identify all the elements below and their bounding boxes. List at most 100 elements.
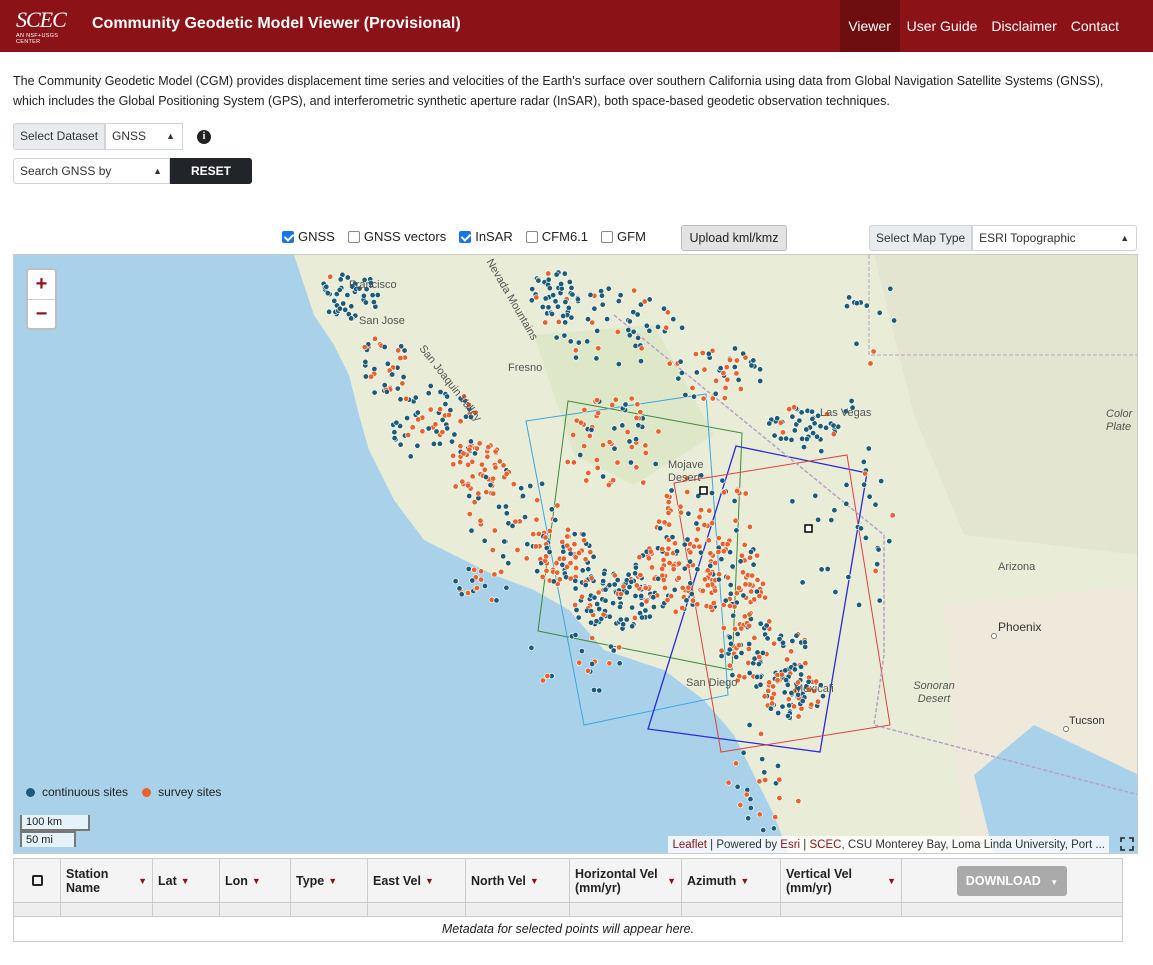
station-marker[interactable]	[830, 431, 837, 438]
station-marker[interactable]	[776, 795, 783, 802]
station-marker[interactable]	[643, 322, 650, 329]
station-marker[interactable]	[823, 424, 830, 431]
station-marker[interactable]	[419, 428, 426, 435]
station-marker[interactable]	[733, 527, 740, 534]
station-marker[interactable]	[415, 416, 422, 423]
station-marker[interactable]	[646, 327, 653, 334]
station-marker[interactable]	[481, 537, 488, 544]
station-marker[interactable]	[627, 459, 634, 466]
station-marker[interactable]	[623, 616, 630, 623]
station-marker[interactable]	[759, 649, 766, 656]
station-marker[interactable]	[725, 779, 732, 786]
station-marker[interactable]	[818, 566, 825, 573]
station-marker[interactable]	[731, 345, 738, 352]
nav-contact[interactable]: Contact	[1064, 0, 1126, 52]
station-marker[interactable]	[492, 448, 499, 455]
station-marker[interactable]	[643, 598, 650, 605]
station-marker[interactable]	[701, 576, 708, 583]
station-marker[interactable]	[638, 345, 645, 352]
station-marker[interactable]	[771, 640, 778, 647]
station-marker[interactable]	[808, 408, 815, 415]
station-marker[interactable]	[735, 584, 742, 591]
station-marker[interactable]	[482, 474, 489, 481]
station-marker[interactable]	[605, 482, 612, 489]
station-marker[interactable]	[397, 441, 404, 448]
station-marker[interactable]	[451, 431, 458, 438]
station-marker[interactable]	[795, 713, 802, 720]
station-marker[interactable]	[719, 477, 726, 484]
station-marker[interactable]	[552, 517, 559, 524]
station-marker[interactable]	[637, 358, 644, 365]
station-marker[interactable]	[679, 584, 686, 591]
fullscreen-icon[interactable]	[1120, 837, 1134, 851]
station-marker[interactable]	[681, 541, 688, 548]
station-marker[interactable]	[784, 713, 791, 720]
station-marker[interactable]	[342, 306, 349, 313]
station-marker[interactable]	[546, 285, 553, 292]
station-marker[interactable]	[409, 424, 416, 431]
station-marker[interactable]	[614, 459, 621, 466]
station-marker[interactable]	[671, 540, 678, 547]
station-marker[interactable]	[612, 396, 619, 403]
station-marker[interactable]	[803, 426, 810, 433]
station-marker[interactable]	[466, 511, 473, 518]
station-marker[interactable]	[707, 562, 714, 569]
station-marker[interactable]	[659, 545, 666, 552]
station-marker[interactable]	[548, 310, 555, 317]
station-marker[interactable]	[572, 354, 579, 361]
station-marker[interactable]	[344, 292, 351, 299]
station-marker[interactable]	[861, 481, 868, 488]
station-marker[interactable]	[475, 490, 482, 497]
station-marker[interactable]	[706, 507, 713, 514]
station-marker[interactable]	[640, 479, 647, 486]
station-marker[interactable]	[865, 445, 872, 452]
station-marker[interactable]	[568, 284, 575, 291]
station-marker[interactable]	[430, 440, 437, 447]
station-marker[interactable]	[490, 475, 497, 482]
station-marker[interactable]	[553, 271, 560, 278]
station-marker[interactable]	[799, 579, 806, 586]
station-marker[interactable]	[798, 671, 805, 678]
reset-button[interactable]: RESET	[170, 158, 252, 184]
station-marker[interactable]	[457, 459, 464, 466]
station-marker[interactable]	[445, 412, 452, 419]
station-marker[interactable]	[556, 576, 563, 583]
station-marker[interactable]	[584, 338, 591, 345]
station-marker[interactable]	[707, 550, 714, 557]
station-marker[interactable]	[600, 611, 607, 618]
station-marker[interactable]	[862, 534, 869, 541]
station-marker[interactable]	[632, 564, 639, 571]
station-marker[interactable]	[843, 481, 850, 488]
zoom-out-button[interactable]: −	[28, 299, 55, 328]
station-marker[interactable]	[598, 292, 605, 299]
station-marker[interactable]	[863, 302, 870, 309]
station-marker[interactable]	[427, 406, 434, 413]
station-marker[interactable]	[642, 442, 649, 449]
station-marker[interactable]	[746, 640, 753, 647]
station-marker[interactable]	[589, 660, 596, 667]
col-lon[interactable]: Lon ▼	[220, 859, 291, 902]
station-marker[interactable]	[746, 622, 753, 629]
col-horizontal-vel[interactable]: Horizontal Vel (mm/yr) ▼	[570, 859, 682, 902]
station-marker[interactable]	[757, 378, 764, 385]
station-marker[interactable]	[524, 541, 531, 548]
station-marker[interactable]	[751, 634, 758, 641]
station-marker[interactable]	[572, 585, 579, 592]
station-marker[interactable]	[733, 654, 740, 661]
station-marker[interactable]	[745, 659, 752, 666]
station-marker[interactable]	[593, 618, 600, 625]
station-marker[interactable]	[567, 550, 574, 557]
station-marker[interactable]	[437, 389, 444, 396]
station-marker[interactable]	[569, 291, 576, 298]
station-marker[interactable]	[632, 570, 639, 577]
station-marker[interactable]	[646, 296, 653, 303]
station-marker[interactable]	[770, 825, 777, 832]
station-marker[interactable]	[875, 546, 882, 553]
station-marker[interactable]	[704, 582, 711, 589]
station-marker[interactable]	[574, 296, 581, 303]
station-marker[interactable]	[732, 517, 739, 524]
station-marker[interactable]	[500, 553, 507, 560]
station-marker[interactable]	[731, 364, 738, 371]
station-marker[interactable]	[587, 549, 594, 556]
station-marker[interactable]	[876, 309, 883, 316]
